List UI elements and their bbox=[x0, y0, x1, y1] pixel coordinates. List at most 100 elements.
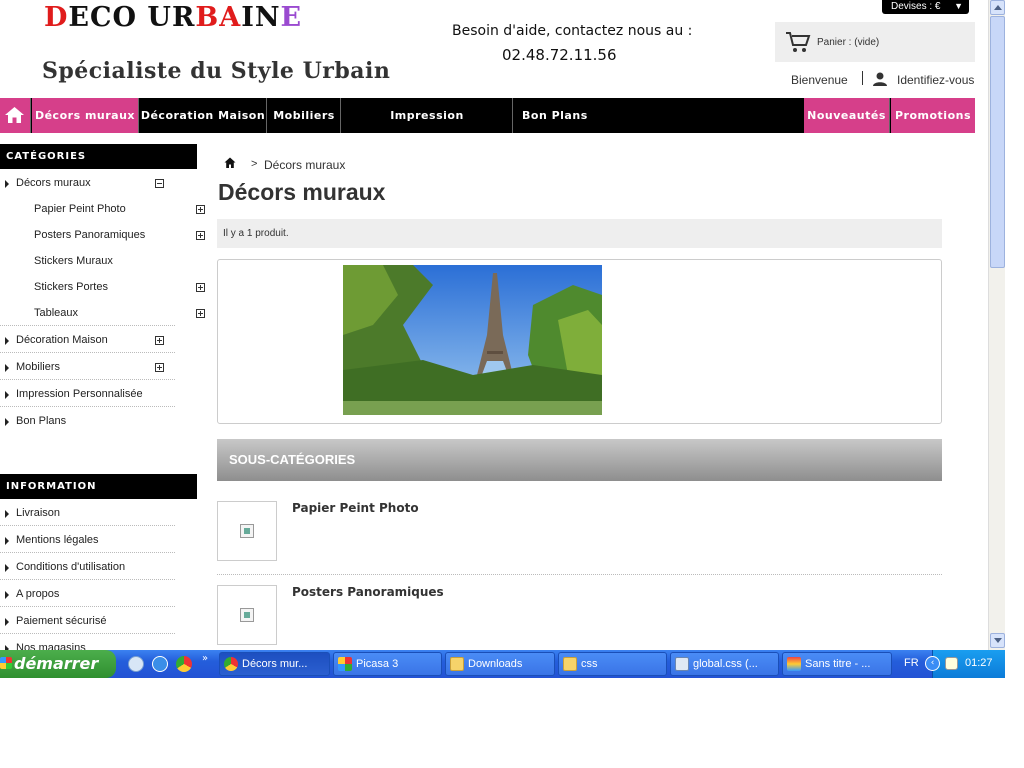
caret-right-icon bbox=[5, 591, 9, 599]
broken-image-icon bbox=[240, 524, 254, 538]
category-stickers-portes[interactable]: Stickers Portes bbox=[34, 281, 108, 293]
category-decors-muraux[interactable]: Décors muraux bbox=[0, 177, 175, 193]
login-link[interactable]: Identifiez-vous bbox=[897, 73, 974, 87]
paint-icon bbox=[787, 657, 801, 671]
info-label: Conditions d'utilisation bbox=[16, 561, 126, 573]
category-impression-personnalisee[interactable]: Impression Personnalisée bbox=[0, 388, 175, 404]
breadcrumb-current: Décors muraux bbox=[264, 158, 346, 172]
task-css-folder[interactable]: css bbox=[558, 652, 667, 676]
divider bbox=[0, 325, 175, 326]
caret-right-icon bbox=[5, 391, 9, 399]
info-link-a-propos[interactable]: A propos bbox=[0, 588, 175, 604]
picasa-icon bbox=[338, 657, 352, 671]
collapse-icon[interactable] bbox=[155, 179, 164, 188]
expand-icon[interactable] bbox=[155, 336, 164, 345]
divider bbox=[0, 352, 175, 353]
menu-item-decors-muraux[interactable]: Décors muraux bbox=[32, 98, 139, 133]
start-button[interactable]: démarrer bbox=[0, 650, 116, 678]
currency-selector[interactable]: Devises : € ▼ bbox=[882, 0, 969, 14]
clock[interactable]: 01:27 bbox=[965, 657, 993, 669]
task-browser[interactable]: Décors mur... bbox=[219, 652, 330, 676]
category-posters-panoramiques[interactable]: Posters Panoramiques bbox=[34, 229, 145, 241]
menu-item-bon-plans[interactable]: Bon Plans bbox=[514, 98, 591, 133]
menu-item-mobiliers[interactable]: Mobiliers bbox=[268, 98, 341, 133]
product-count-bar: Il y a 1 produit. bbox=[217, 219, 942, 248]
menu-item-promotions[interactable]: Promotions bbox=[891, 98, 975, 133]
task-picasa[interactable]: Picasa 3 bbox=[333, 652, 442, 676]
expand-icon[interactable] bbox=[155, 363, 164, 372]
currency-label: Devises : € bbox=[891, 1, 941, 12]
category-bon-plans[interactable]: Bon Plans bbox=[0, 415, 175, 431]
info-link-livraison[interactable]: Livraison bbox=[0, 507, 175, 523]
taskbar: démarrer » Décors mur... Picasa 3 Downlo… bbox=[0, 650, 1005, 678]
caret-right-icon bbox=[5, 618, 9, 626]
task-label: Décors mur... bbox=[242, 658, 308, 670]
cart-block[interactable]: Panier : (vide) bbox=[775, 22, 975, 62]
category-label: Mobiliers bbox=[16, 361, 61, 373]
ie-icon[interactable] bbox=[152, 656, 168, 672]
logo-letter: D bbox=[44, 2, 69, 33]
language-indicator[interactable]: FR bbox=[904, 657, 919, 669]
caret-right-icon bbox=[5, 510, 9, 518]
menu-item-decoration-maison[interactable]: Décoration Maison bbox=[140, 98, 267, 133]
chrome-icon bbox=[224, 657, 238, 671]
category-decoration-maison[interactable]: Décoration Maison bbox=[0, 334, 175, 350]
divider bbox=[0, 579, 175, 580]
info-label: Livraison bbox=[16, 507, 61, 519]
caret-right-icon bbox=[5, 180, 9, 188]
quicklaunch-icon[interactable] bbox=[128, 656, 144, 672]
info-link-conditions[interactable]: Conditions d'utilisation bbox=[0, 561, 175, 577]
info-link-magasins[interactable]: Nos magasins bbox=[0, 642, 175, 650]
site-tagline: Spécialiste du Style Urbain bbox=[42, 58, 391, 84]
task-label: Downloads bbox=[468, 658, 523, 670]
caret-right-icon bbox=[5, 537, 9, 545]
subcategory-thumbnail[interactable] bbox=[217, 501, 277, 561]
caret-right-icon bbox=[5, 337, 9, 345]
scrollbar-thumb[interactable] bbox=[990, 16, 1005, 268]
system-tray: ‹ 01:27 bbox=[925, 650, 1005, 678]
info-link-mentions-legales[interactable]: Mentions légales bbox=[0, 534, 175, 550]
divider bbox=[0, 606, 175, 607]
category-label: Impression Personnalisée bbox=[16, 388, 143, 400]
home-icon bbox=[5, 107, 24, 123]
chrome-icon[interactable] bbox=[176, 656, 192, 672]
subcategory-thumbnail[interactable] bbox=[217, 585, 277, 645]
chevron-left-icon[interactable]: ‹ bbox=[925, 656, 940, 671]
menu-item-impression-personnalisee[interactable]: Impression Personnalisée bbox=[342, 98, 513, 157]
menu-item-nouveautes[interactable]: Nouveautés bbox=[804, 98, 890, 133]
expand-icon[interactable] bbox=[196, 231, 205, 240]
taskbar-overflow-icon[interactable]: » bbox=[202, 653, 208, 664]
expand-icon[interactable] bbox=[196, 205, 205, 214]
page-title: Décors muraux bbox=[218, 179, 386, 205]
scroll-up-icon[interactable] bbox=[990, 0, 1005, 15]
subcategory-name[interactable]: Posters Panoramiques bbox=[292, 585, 444, 599]
category-tableaux[interactable]: Tableaux bbox=[34, 307, 78, 319]
product-count: Il y a 1 produit. bbox=[223, 228, 289, 239]
scroll-down-icon[interactable] bbox=[990, 633, 1005, 648]
subcategory-name[interactable]: Papier Peint Photo bbox=[292, 501, 419, 515]
site-logo[interactable]: DECO URBAINE bbox=[44, 2, 302, 33]
info-label: Nos magasins bbox=[16, 642, 86, 650]
category-mobiliers[interactable]: Mobiliers bbox=[0, 361, 175, 377]
task-global-css[interactable]: global.css (... bbox=[670, 652, 779, 676]
caret-right-icon bbox=[5, 564, 9, 572]
tray-notification-icon[interactable] bbox=[945, 657, 958, 670]
welcome-text: Bienvenue bbox=[791, 73, 848, 87]
expand-icon[interactable] bbox=[196, 283, 205, 292]
logo-letter: E bbox=[280, 2, 303, 33]
category-papier-peint-photo[interactable]: Papier Peint Photo bbox=[34, 203, 126, 215]
windows-logo-icon bbox=[0, 657, 12, 669]
menu-home[interactable] bbox=[0, 98, 31, 133]
category-stickers-muraux[interactable]: Stickers Muraux bbox=[34, 255, 113, 267]
logo-letter: CO UR bbox=[90, 2, 196, 33]
home-icon[interactable] bbox=[224, 157, 236, 169]
divider bbox=[0, 552, 175, 553]
page-scrollbar[interactable] bbox=[988, 0, 1005, 650]
category-label: Décoration Maison bbox=[16, 334, 108, 346]
task-label: Sans titre - ... bbox=[805, 658, 871, 670]
task-paint[interactable]: Sans titre - ... bbox=[782, 652, 892, 676]
main-menu: Décors muraux Décoration Maison Mobilier… bbox=[0, 98, 975, 157]
info-link-paiement[interactable]: Paiement sécurisé bbox=[0, 615, 175, 631]
expand-icon[interactable] bbox=[196, 309, 205, 318]
task-downloads[interactable]: Downloads bbox=[445, 652, 555, 676]
